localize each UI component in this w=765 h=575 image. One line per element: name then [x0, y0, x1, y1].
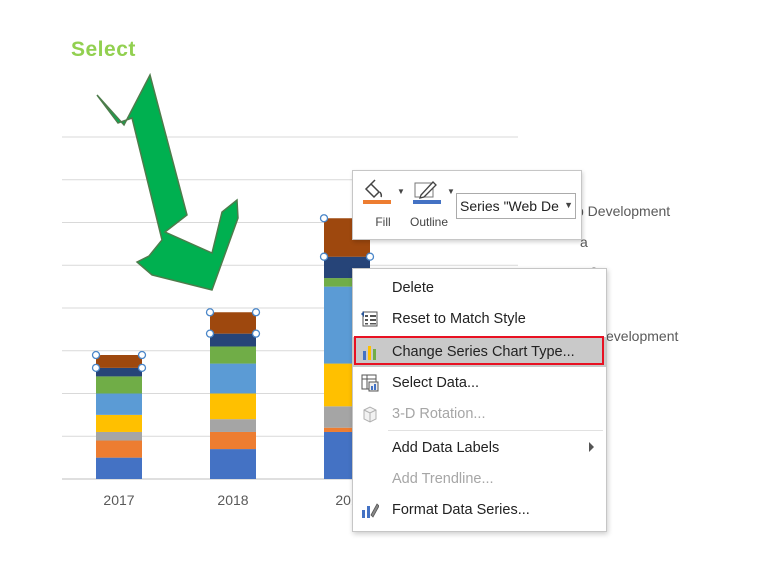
menu-item-label: 3-D Rotation...: [392, 406, 486, 422]
menu-item-label: Add Trendline...: [392, 471, 494, 487]
legend-entry-web-development[interactable]: b Development: [576, 203, 670, 219]
menu-item-label: Reset to Match Style: [392, 311, 526, 327]
rotation-3d-icon: [363, 406, 377, 423]
bar-segment-2018-series-1[interactable]: [210, 449, 256, 479]
bar-segment-2018-series-6[interactable]: [210, 346, 256, 364]
x-tick-label-2017: 2017: [103, 492, 135, 508]
bar-segment-2017-series-4[interactable]: [96, 414, 142, 432]
selection-handle[interactable]: [251, 329, 261, 338]
context-menu: Delete Reset to Match Style Change Serie…: [352, 268, 607, 532]
selection-handle[interactable]: [319, 214, 329, 223]
format-mini-toolbar: ▼ Fill ▼ Outline Series "Web De ▼: [352, 170, 582, 240]
selection-handle[interactable]: [137, 350, 147, 360]
menu-item-delete[interactable]: Delete: [353, 273, 606, 304]
selection-handle[interactable]: [365, 252, 375, 261]
bar-segment-2017-series-6[interactable]: [96, 376, 142, 394]
chevron-down-icon[interactable]: ▼: [562, 200, 573, 210]
highlight-box-annotation: [354, 336, 604, 365]
bar-segment-2018-series-5[interactable]: [210, 363, 256, 394]
menu-item-add-trendline[interactable]: Add Trendline...: [353, 464, 606, 495]
menu-item-select-data[interactable]: Select Data...: [353, 368, 606, 399]
menu-item-format-data-series[interactable]: Format Data Series...: [353, 495, 606, 526]
reset-style-icon: [361, 311, 378, 327]
bar-segment-2018-series-2[interactable]: [210, 431, 256, 450]
bar-segment-2017-series-3[interactable]: [96, 431, 142, 441]
menu-item-label: Select Data...: [392, 375, 480, 391]
outline-label: Outline: [409, 215, 449, 229]
menu-separator: [388, 430, 603, 431]
format-series-icon: [362, 503, 379, 518]
menu-item-label: Delete: [392, 280, 434, 296]
series-selector-dropdown[interactable]: Series "Web De ▼: [456, 193, 576, 219]
bar-segment-2017-series-7[interactable]: [96, 367, 142, 377]
select-data-icon: [361, 374, 379, 392]
menu-item-reset-to-match-style[interactable]: Reset to Match Style: [353, 304, 606, 335]
selection-handle[interactable]: [319, 252, 329, 261]
series-selector-value: Series "Web De: [460, 198, 559, 214]
fill-button[interactable]: ▼ Fill: [361, 177, 405, 233]
pen-outline-icon: [413, 181, 441, 204]
outline-button[interactable]: ▼ Outline: [407, 177, 455, 233]
pointer-arrow-annotation: [96, 72, 239, 291]
bar-segment-2018-series-4[interactable]: [210, 393, 256, 420]
bar-segment-2018-series-3[interactable]: [210, 419, 256, 432]
menu-item-label: Format Data Series...: [392, 502, 530, 518]
selection-handle[interactable]: [205, 308, 215, 317]
menu-item-add-data-labels[interactable]: Add Data Labels: [353, 433, 606, 464]
bar-segment-2017-series-2[interactable]: [96, 440, 142, 458]
bar-segment-2018-series-7[interactable]: [210, 333, 256, 347]
bar-segment-web-development-2018[interactable]: [210, 312, 256, 334]
selection-handle[interactable]: [137, 363, 147, 373]
select-caption: Select: [71, 38, 136, 61]
selection-handle[interactable]: [205, 329, 215, 338]
x-tick-label-2018: 2018: [217, 492, 249, 508]
fill-dropdown-arrow[interactable]: ▼: [397, 187, 405, 196]
outline-dropdown-arrow[interactable]: ▼: [447, 187, 455, 196]
submenu-arrow-icon: [589, 442, 594, 452]
menu-item-label: Add Data Labels: [392, 440, 500, 456]
fill-label: Fill: [375, 215, 391, 229]
bar-segment-2017-series-5[interactable]: [96, 393, 142, 415]
paint-bucket-icon: [363, 179, 391, 204]
legend-entry-fragment[interactable]: evelopment: [606, 328, 678, 344]
selection-handle[interactable]: [251, 308, 261, 317]
bar-segment-web-development-2017[interactable]: [96, 355, 142, 368]
selection-handle[interactable]: [91, 350, 101, 360]
menu-item-3d-rotation[interactable]: 3-D Rotation...: [353, 399, 606, 430]
selection-handle[interactable]: [91, 363, 101, 373]
bar-segment-2017-series-1[interactable]: [96, 457, 142, 479]
